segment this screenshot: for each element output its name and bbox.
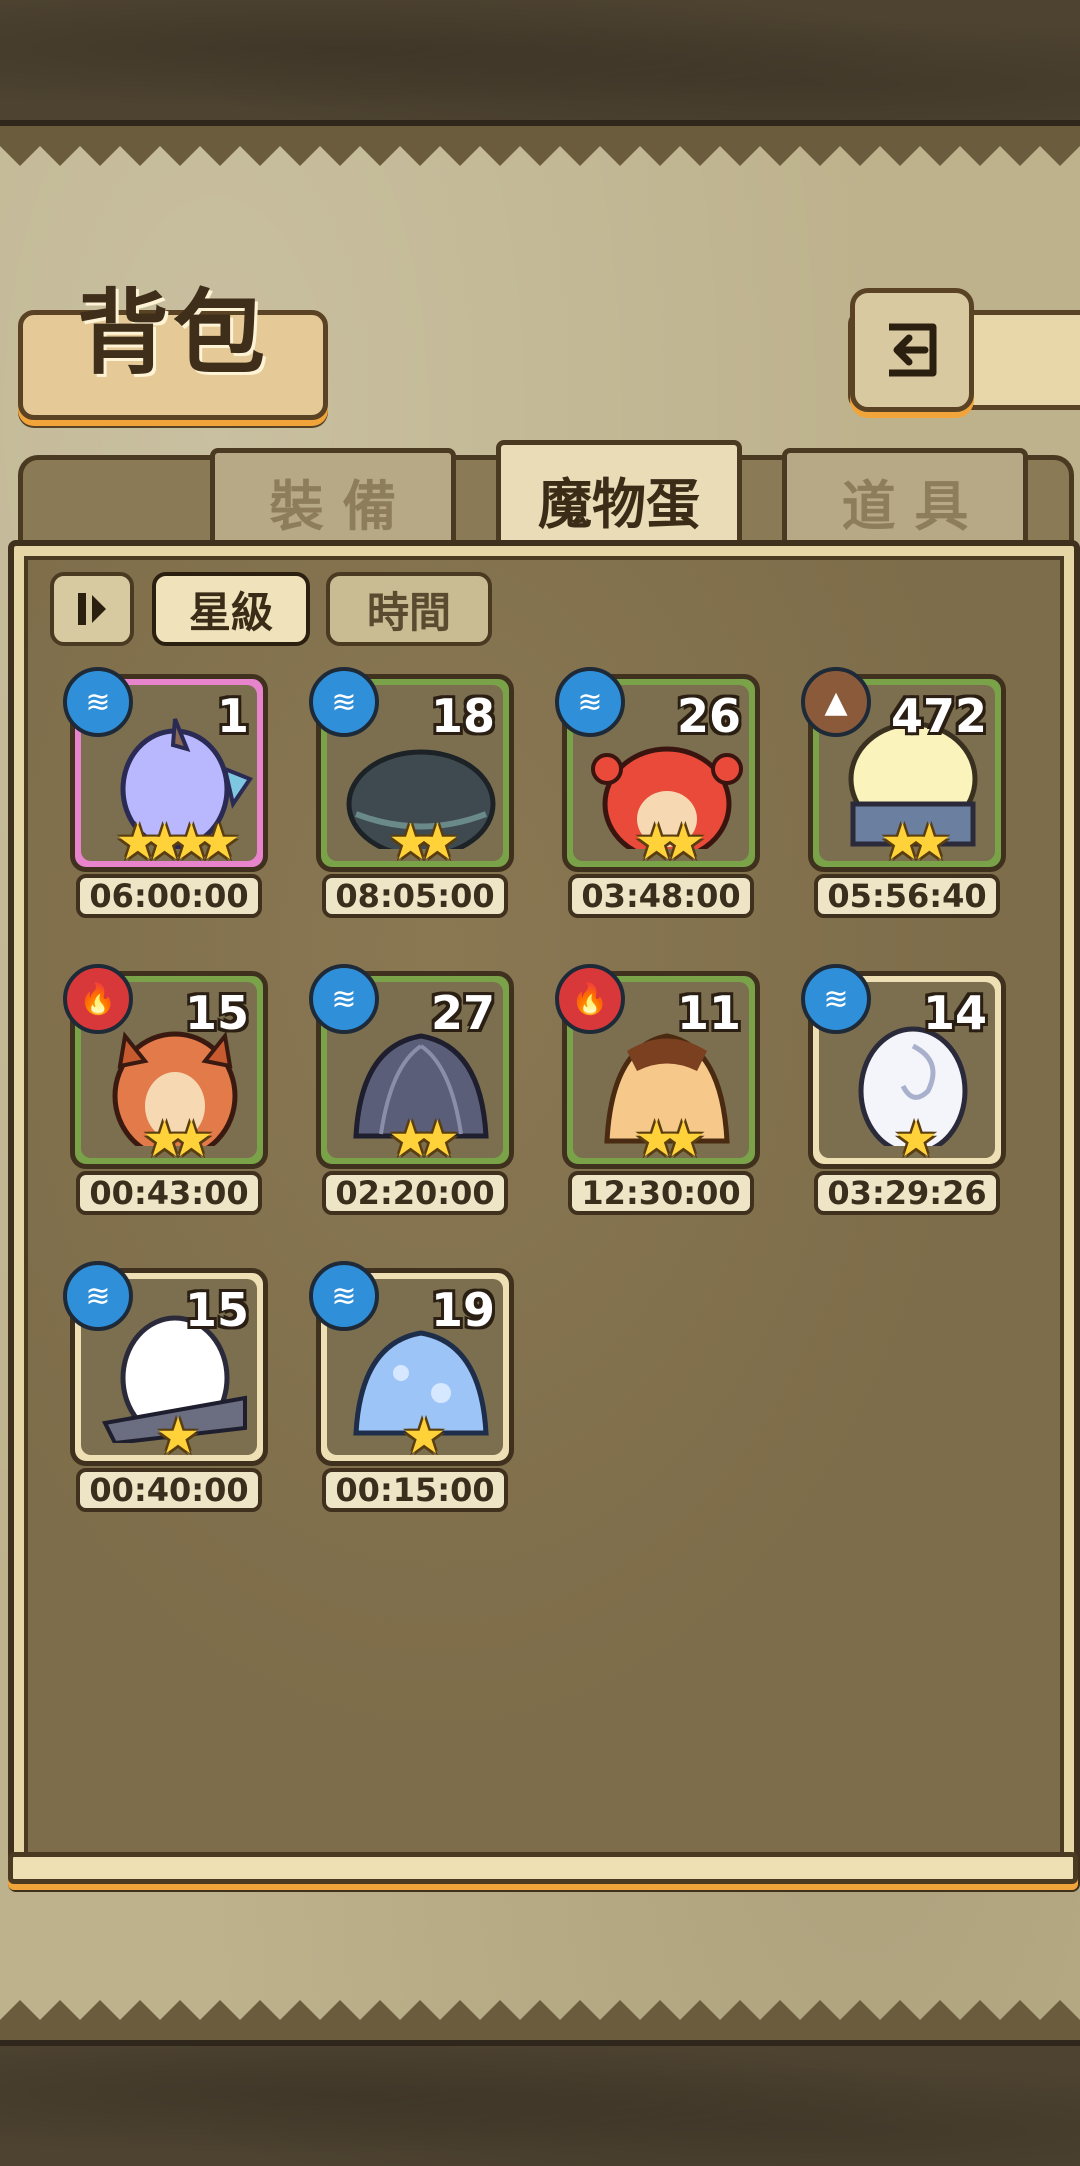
sort-by-time-button[interactable]: 時間 [326,572,492,646]
star-rating: ★ [155,1407,201,1465]
water-element-icon: ≋ [63,1261,133,1331]
egg-count: 19 [430,1283,495,1337]
zigzag-border-top [0,126,1080,166]
egg-count: 26 [676,689,741,743]
egg-card[interactable]: 472 ▲ ★★ [801,667,1006,872]
hatch-timer: 08:05:00 [322,874,508,918]
hatch-timer: 00:15:00 [322,1468,508,1512]
sort-order-button[interactable] [50,572,134,646]
hatch-timer: 12:30:00 [568,1171,754,1215]
hatch-timer: 00:43:00 [76,1171,262,1215]
egg-card[interactable]: 15 ≋ ★ [63,1261,268,1466]
earth-element-icon: ▲ [801,667,871,737]
tab-items[interactable]: 道 具 [782,448,1028,554]
egg-card[interactable]: 27 ≋ ★★ [309,964,514,1169]
tab-equipment[interactable]: 裝 備 [210,448,456,554]
water-element-icon: ≋ [309,964,379,1034]
egg-count: 27 [430,986,495,1040]
water-element-icon: ≋ [309,1261,379,1331]
return-arrow-icon [889,323,937,377]
egg-card[interactable]: 18 ≋ ★★ [309,667,514,872]
water-element-icon: ≋ [63,667,133,737]
water-element-icon: ≋ [555,667,625,737]
egg-card[interactable]: 15 🔥 ★★ [63,964,268,1169]
star-rating: ★★ [634,1110,706,1168]
egg-count: 472 [890,689,987,743]
star-rating: ★★★★ [115,813,240,871]
sort-order-icon [78,593,106,625]
fire-element-icon: 🔥 [555,964,625,1034]
back-button[interactable] [850,288,974,412]
fire-element-icon: 🔥 [63,964,133,1034]
egg-card[interactable]: 26 ≋ ★★ [555,667,760,872]
sort-by-time-label: 時間 [366,587,451,637]
egg-count: 18 [430,689,495,743]
hatch-timer: 00:40:00 [76,1468,262,1512]
egg-card[interactable]: 19 ≋ ★ [309,1261,514,1466]
egg-count: 1 [216,689,249,743]
sort-by-star-button[interactable]: 星級 [152,572,310,646]
egg-count: 14 [922,986,987,1040]
top-map-band [0,0,1080,126]
hatch-timer: 03:29:26 [814,1171,1000,1215]
hatch-timer: 06:00:00 [76,874,262,918]
panel-bottom-rail [8,1852,1078,1884]
egg-count: 15 [184,1283,249,1337]
star-rating: ★★ [388,813,460,871]
water-element-icon: ≋ [309,667,379,737]
hatch-timer: 03:48:00 [568,874,754,918]
page-title: 背包 [76,279,269,387]
tab-items-label: 道 具 [841,474,969,538]
title-plate: 背包 [18,280,328,420]
bottom-map-band [0,2040,1080,2166]
water-element-icon: ≋ [801,964,871,1034]
star-rating: ★★ [388,1110,460,1168]
star-rating: ★ [893,1110,939,1168]
egg-card[interactable]: 11 🔥 ★★ [555,964,760,1169]
tab-equipment-label: 裝 備 [269,474,397,538]
egg-count: 15 [184,986,249,1040]
star-rating: ★ [401,1407,447,1465]
hatch-timer: 05:56:40 [814,874,1000,918]
hatch-timer: 02:20:00 [322,1171,508,1215]
sort-by-star-label: 星級 [188,587,273,637]
egg-card[interactable]: 1 ≋ ★★★★ [63,667,268,872]
zigzag-border-bottom [0,2000,1080,2040]
star-rating: ★★ [142,1110,214,1168]
star-rating: ★★ [880,813,952,871]
egg-card[interactable]: 14 ≋ ★ [801,964,1006,1169]
egg-count: 11 [676,986,741,1040]
tab-monster-eggs-label: 魔物蛋 [538,472,700,536]
star-rating: ★★ [634,813,706,871]
